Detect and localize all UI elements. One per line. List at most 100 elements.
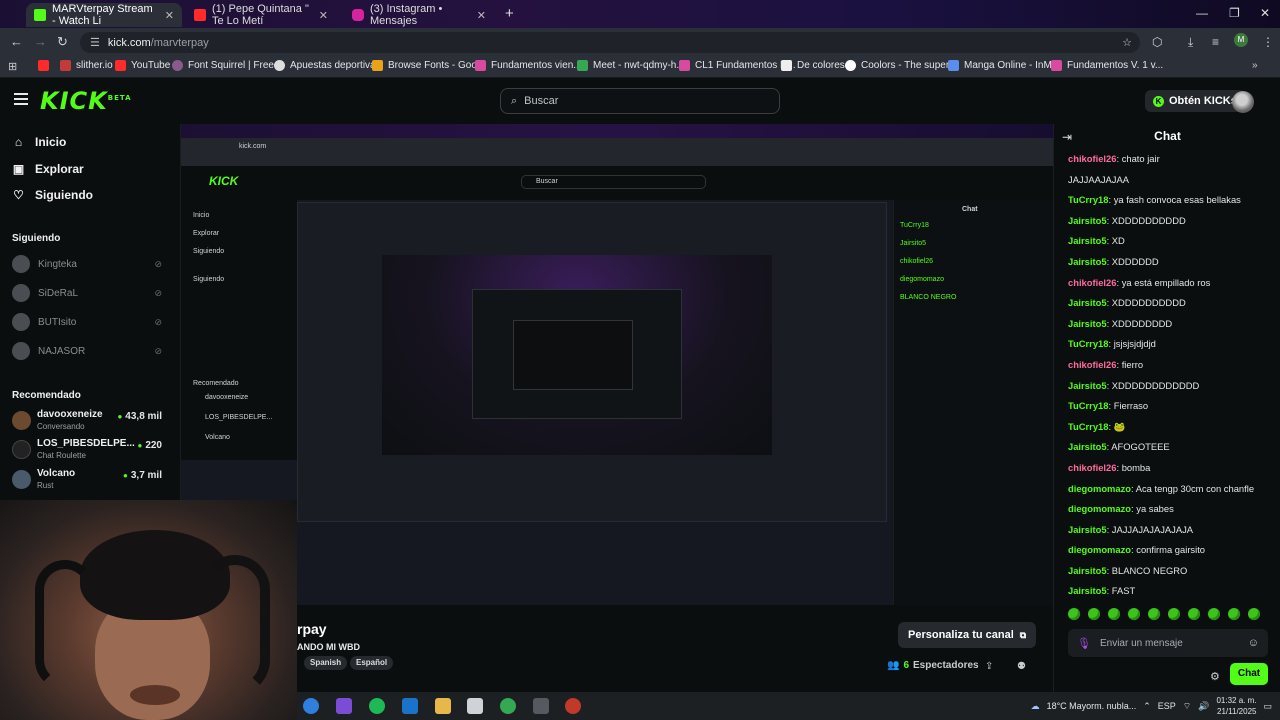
chrome-icon[interactable] [500, 698, 516, 714]
bookmark-item[interactable]: De colores [781, 60, 845, 71]
emote-icon[interactable] [1128, 608, 1140, 620]
search-input[interactable]: ⌕ Buscar [500, 88, 780, 114]
get-kicks-button[interactable]: K Obtén KICKs [1145, 90, 1245, 112]
chat-username[interactable]: Jairsito5 [1068, 441, 1107, 452]
chat-username[interactable]: Jairsito5 [1068, 524, 1107, 535]
chat-username[interactable]: Jairsito5 [1068, 215, 1107, 226]
emote-icon[interactable] [1148, 608, 1160, 620]
emote-icon[interactable] [1208, 608, 1220, 620]
bookmark-item[interactable]: Apuestas deportivas [274, 60, 381, 71]
chat-username[interactable]: Jairsito5 [1068, 235, 1107, 246]
bookmark-item[interactable]: Fundamentos vien... [475, 60, 582, 71]
tab-kick[interactable]: MARVterpay Stream - Watch Li ✕ [26, 3, 182, 27]
profile-icon[interactable]: M [1234, 33, 1248, 47]
copilot-icon[interactable] [336, 698, 352, 714]
bookmark-star-icon[interactable]: ☆ [1122, 36, 1132, 49]
back-icon[interactable]: ← [10, 34, 23, 49]
streamer-name[interactable]: rpay [297, 621, 327, 637]
tag-spanish[interactable]: Spanish [304, 656, 348, 670]
kick-logo[interactable]: KICKBETA [40, 87, 132, 115]
close-tab-icon[interactable]: ✕ [477, 9, 486, 22]
emote-icon[interactable] [1088, 608, 1100, 620]
bookmark-item[interactable]: Coolors - The super... [845, 60, 957, 71]
chevron-up-icon[interactable]: ⌃ [1143, 701, 1151, 712]
recommended-item[interactable]: VolcanoRust3,7 mil [12, 468, 162, 490]
bookmark-item[interactable] [38, 60, 54, 71]
nav-inicio[interactable]: ⌂ Inicio [12, 135, 66, 149]
chat-username[interactable]: diegomomazo [1068, 503, 1131, 514]
bookmark-item[interactable]: Browse Fonts - Goo... [372, 60, 485, 71]
bookmark-item[interactable]: YouTube [115, 60, 170, 71]
chat-username[interactable]: chikofiel26 [1068, 462, 1116, 473]
recommended-item[interactable]: davooxeneizeConversando43,8 mil [12, 409, 162, 431]
tab-instagram[interactable]: (3) Instagram • Mensajes ✕ [344, 3, 494, 27]
nav-explorar[interactable]: ▣ Explorar [12, 162, 84, 176]
bookmark-item[interactable]: slither.io [60, 60, 113, 71]
chat-username[interactable]: Jairsito5 [1068, 256, 1107, 267]
chat-username[interactable]: Jairsito5 [1068, 318, 1107, 329]
notification-icon[interactable]: ▭ [1263, 701, 1272, 712]
close-tab-icon[interactable]: ✕ [319, 9, 328, 22]
user-avatar[interactable] [1232, 91, 1254, 113]
following-item[interactable]: NAJASOR ⊘ [12, 342, 162, 360]
bookmark-item[interactable]: Fundamentos V. 1 v... [1051, 60, 1163, 71]
nav-siguiendo[interactable]: ♡ Siguiendo [12, 188, 93, 202]
extensions-icon[interactable]: ⬡ [1152, 35, 1162, 49]
emote-icon[interactable] [1168, 608, 1180, 620]
folder-icon[interactable] [435, 698, 451, 714]
chat-username[interactable]: TuCrry18 [1068, 421, 1108, 432]
bookmark-item[interactable]: Font Squirrel | Free... [172, 60, 282, 71]
following-item[interactable]: BUTIsito ⊘ [12, 313, 162, 331]
spotify-icon[interactable] [369, 698, 385, 714]
settings-icon[interactable]: ⚙ [1210, 670, 1220, 683]
chat-username[interactable]: diegomomazo [1068, 483, 1131, 494]
chat-username[interactable]: Jairsito5 [1068, 297, 1107, 308]
chat-username[interactable]: chikofiel26 [1068, 277, 1116, 288]
following-item[interactable]: SiDeRaL ⊘ [12, 284, 162, 302]
emote-icon[interactable] [1248, 608, 1260, 620]
bookmark-item[interactable]: CL1 Fundamentos D... [679, 60, 796, 71]
emote-icon[interactable] [1228, 608, 1240, 620]
chat-username[interactable]: Jairsito5 [1068, 565, 1107, 576]
weather-text[interactable]: 18°C Mayorm. nubla... [1047, 701, 1137, 711]
chat-username[interactable]: Jairsito5 [1068, 585, 1107, 596]
tab-youtube[interactable]: (1) Pepe Quintana " Te Lo Metí ✕ [186, 3, 336, 27]
maximize-icon[interactable]: ❐ [1229, 6, 1240, 20]
apps-grid-icon[interactable]: ⊞ [8, 60, 17, 73]
chat-username[interactable]: chikofiel26 [1068, 359, 1116, 370]
reload-icon[interactable]: ↻ [57, 34, 68, 50]
bookmark-item[interactable]: Manga Online - InM... [948, 60, 1060, 71]
volume-icon[interactable]: 🔊 [1198, 701, 1209, 712]
obs-icon[interactable] [565, 698, 581, 714]
following-item[interactable]: Kingteka ⊘ [12, 255, 162, 273]
emote-icon[interactable] [1188, 608, 1200, 620]
chat-username[interactable]: TuCrry18 [1068, 194, 1108, 205]
close-tab-icon[interactable]: ✕ [165, 9, 174, 22]
terminal-icon[interactable] [533, 698, 549, 714]
minimize-icon[interactable]: — [1196, 6, 1208, 20]
site-info-icon[interactable]: ☰ [90, 36, 100, 49]
edge-icon[interactable] [303, 698, 319, 714]
share-icon[interactable]: ⇪ [985, 661, 993, 672]
store-icon[interactable] [467, 698, 483, 714]
url-field[interactable]: ☰ kick.com /marvterpay ☆ [80, 32, 1140, 53]
emote-icon[interactable] [1108, 608, 1120, 620]
close-window-icon[interactable]: ✕ [1260, 6, 1270, 20]
menu-kebab-icon[interactable]: ⋮ [1262, 35, 1274, 49]
chat-username[interactable]: chikofiel26 [1068, 153, 1116, 164]
recommended-item[interactable]: LOS_PIBESDELPE...Chat Roulette220 [12, 438, 162, 460]
new-tab-icon[interactable]: + [505, 5, 514, 22]
more-bookmarks-icon[interactable]: » [1252, 60, 1258, 71]
chat-username[interactable]: TuCrry18 [1068, 400, 1108, 411]
chat-username[interactable]: TuCrry18 [1068, 338, 1108, 349]
clock[interactable]: 01:32 a. m. 21/11/2025 [1216, 695, 1256, 717]
wifi-icon[interactable]: ⌔ [1183, 701, 1191, 712]
chat-input[interactable]: 🎙 Enviar un mensaje ☺ [1068, 629, 1268, 657]
collapse-chat-icon[interactable]: ⇥ [1062, 130, 1072, 144]
chat-username[interactable]: Jairsito5 [1068, 380, 1107, 391]
personaliza-canal-button[interactable]: Personaliza tu canal ⧉ [898, 622, 1037, 648]
microphone-icon[interactable]: 🎙 [1077, 637, 1091, 650]
tab-search-icon[interactable]: ≡ [1212, 35, 1219, 49]
download-icon[interactable]: ⤓ [1188, 35, 1193, 50]
outlook-icon[interactable] [402, 698, 418, 714]
